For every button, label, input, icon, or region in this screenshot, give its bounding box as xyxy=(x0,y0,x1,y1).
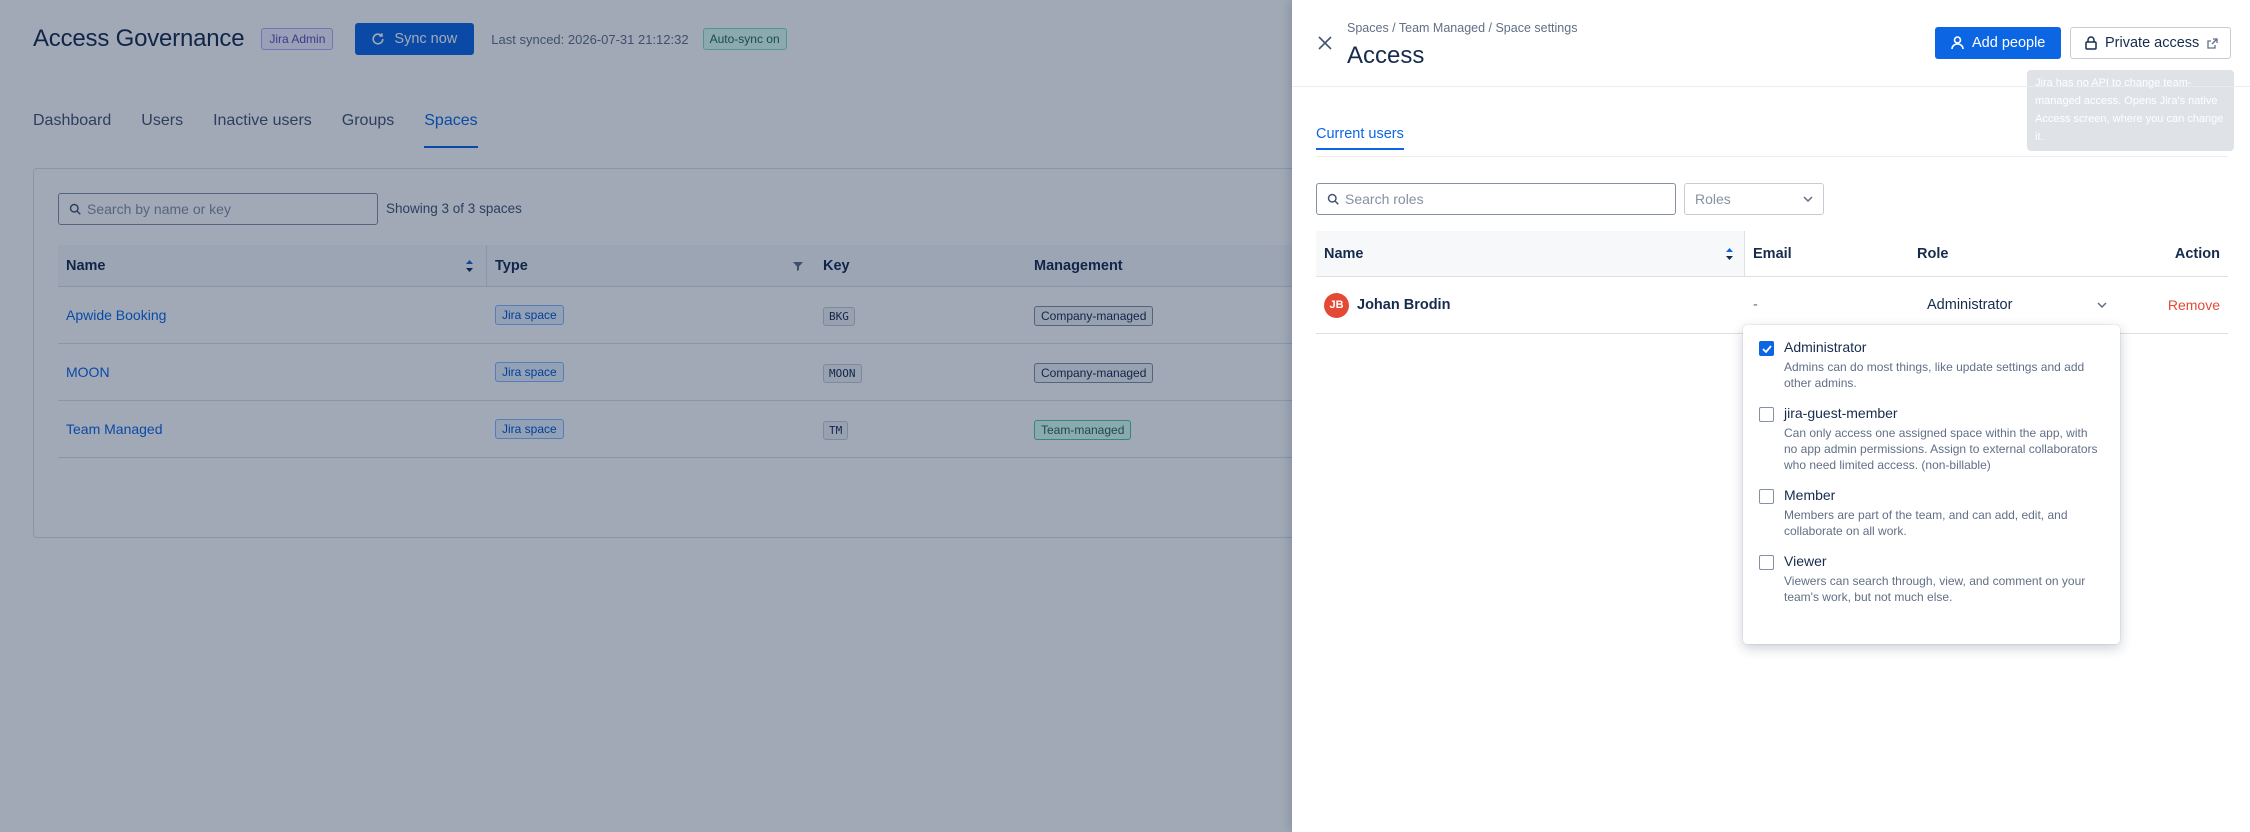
col-email-header: Email xyxy=(1753,245,1792,262)
tab-divider xyxy=(1316,156,2228,157)
role-option-desc: Can only access one assigned space withi… xyxy=(1784,426,2098,472)
private-access-button[interactable]: Private access xyxy=(2070,27,2232,59)
role-option-jira-guest-member[interactable]: jira-guest-member Can only access one as… xyxy=(1759,405,2104,473)
person-icon xyxy=(1951,36,1964,50)
access-side-panel: Spaces / Team Managed / Space settings A… xyxy=(1292,0,2250,832)
checkmark-icon xyxy=(1761,344,1772,353)
page-title: Access xyxy=(1347,42,1425,69)
chevron-down-icon xyxy=(1803,196,1813,202)
role-option-title: Member xyxy=(1784,487,1836,503)
role-option-desc: Members are part of the team, and can ad… xyxy=(1784,508,2068,538)
chevron-down-icon xyxy=(2097,302,2107,308)
lock-icon xyxy=(2085,36,2097,50)
private-access-label: Private access xyxy=(2105,35,2200,51)
role-select[interactable]: Administrator xyxy=(1917,297,2107,313)
users-table: Name Email Role Action JB Johan Brodin -… xyxy=(1316,231,2228,334)
col-name-label: Name xyxy=(1324,245,1364,262)
add-people-button[interactable]: Add people xyxy=(1935,27,2062,59)
sort-icon[interactable] xyxy=(1725,247,1734,261)
header-divider xyxy=(1292,86,2250,87)
search-icon xyxy=(1327,193,1339,205)
checkbox[interactable] xyxy=(1759,555,1774,570)
remove-user-link[interactable]: Remove xyxy=(2168,297,2220,313)
close-icon xyxy=(1318,36,1332,50)
role-select-value: Administrator xyxy=(1927,297,2013,313)
users-table-header: Name Email Role Action xyxy=(1316,231,2228,277)
checkbox-checked[interactable] xyxy=(1759,341,1774,356)
close-button[interactable] xyxy=(1314,32,1336,54)
role-option-title: jira-guest-member xyxy=(1784,405,1898,421)
role-option-title: Viewer xyxy=(1784,553,1827,569)
role-option-desc: Admins can do most things, like update s… xyxy=(1784,360,2085,390)
role-option-viewer[interactable]: Viewer Viewers can search through, view,… xyxy=(1759,553,2104,605)
col-name-header[interactable]: Name xyxy=(1316,231,1745,276)
user-cell: JB Johan Brodin xyxy=(1324,292,1451,318)
roles-search-input[interactable] xyxy=(1345,191,1665,207)
role-option-title: Administrator xyxy=(1784,339,1867,355)
user-name: Johan Brodin xyxy=(1357,297,1451,313)
checkbox[interactable] xyxy=(1759,407,1774,422)
roles-filter-placeholder: Roles xyxy=(1695,191,1731,207)
private-access-tooltip: Jira has no API to change team-managed a… xyxy=(2027,70,2234,151)
tab-current-users[interactable]: Current users xyxy=(1316,126,1404,150)
breadcrumb: Spaces / Team Managed / Space settings xyxy=(1347,21,1578,35)
checkbox[interactable] xyxy=(1759,489,1774,504)
role-dropdown-menu: Administrator Admins can do most things,… xyxy=(1743,325,2120,644)
avatar: JB xyxy=(1324,292,1349,318)
roles-search xyxy=(1316,183,1676,215)
add-people-label: Add people xyxy=(1972,35,2046,51)
role-option-desc: Viewers can search through, view, and co… xyxy=(1784,574,2086,604)
role-option-administrator[interactable]: Administrator Admins can do most things,… xyxy=(1759,339,2104,391)
col-role-header: Role xyxy=(1917,245,1949,262)
col-action-header: Action xyxy=(2174,245,2220,262)
external-link-icon xyxy=(2207,37,2218,49)
user-email: - xyxy=(1753,297,1758,313)
role-option-member[interactable]: Member Members are part of the team, and… xyxy=(1759,487,2104,539)
roles-filter-select[interactable]: Roles xyxy=(1684,183,1824,215)
